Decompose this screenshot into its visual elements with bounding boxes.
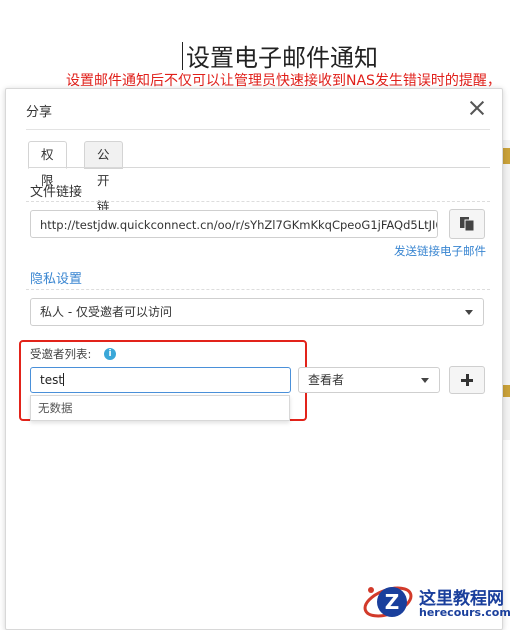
- header-divider: [26, 129, 490, 130]
- tab-permissions[interactable]: 权限: [28, 141, 67, 188]
- watermark: Z 这里教程网 herecours.com: [362, 580, 510, 624]
- privacy-select[interactable]: 私人 - 仅受邀者可以访问: [30, 298, 484, 326]
- share-dialog: 分享 权限 公开链接 文件链接 http://testjdw.quickconn…: [5, 88, 503, 630]
- dialog-header: 分享: [6, 89, 502, 129]
- role-selected-value: 查看者: [308, 373, 345, 387]
- watermark-logo: Z: [363, 586, 413, 618]
- invitee-input-value: test: [40, 373, 64, 387]
- background-title-text: 设置电子邮件通知: [186, 44, 378, 72]
- chevron-down-icon: [421, 378, 429, 383]
- chevron-down-icon: [465, 310, 473, 315]
- background-right-strip: [502, 140, 510, 440]
- file-link-field[interactable]: http://testjdw.quickconnect.cn/oo/r/sYhZ…: [30, 210, 438, 238]
- copy-link-button[interactable]: [449, 209, 485, 239]
- autocomplete-dropdown: 无数据: [30, 395, 290, 421]
- close-icon[interactable]: [466, 97, 488, 119]
- copy-icon: [460, 217, 475, 232]
- info-icon[interactable]: i: [104, 348, 116, 360]
- tab-public-link[interactable]: 公开链接: [84, 141, 123, 240]
- dialog-title: 分享: [26, 105, 53, 120]
- add-invitee-button[interactable]: [449, 366, 485, 394]
- privacy-heading: 隐私设置: [30, 272, 83, 287]
- svg-text:Z: Z: [385, 590, 400, 614]
- background-page-title: 设置电子邮件通知: [182, 38, 378, 73]
- invitee-list-label: 受邀者列表:: [30, 347, 92, 361]
- no-data-text: 无数据: [38, 401, 73, 415]
- privacy-selected-value: 私人 - 仅受邀者可以访问: [40, 305, 172, 319]
- role-select[interactable]: 查看者: [298, 367, 440, 393]
- background-subtitle: 设置邮件通知后不仅可以让管理员快速接收到NAS发生错误时的提醒，: [66, 73, 501, 89]
- section-divider: [26, 289, 490, 290]
- strip-mark: [502, 385, 510, 397]
- text-caret: [182, 42, 183, 70]
- file-link-heading: 文件链接: [30, 185, 83, 200]
- watermark-url: herecours.com: [419, 606, 510, 619]
- tab-divider: [28, 167, 490, 168]
- send-email-link[interactable]: 发送链接电子邮件: [394, 243, 486, 259]
- section-divider: [26, 201, 490, 202]
- text-caret: [63, 373, 65, 386]
- invitee-search-input[interactable]: test: [30, 367, 291, 393]
- strip-mark: [502, 148, 510, 164]
